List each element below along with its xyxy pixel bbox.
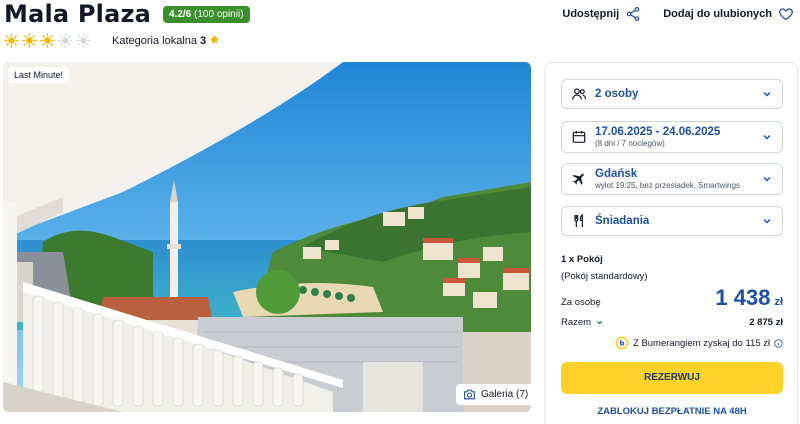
category-value: 3 [200, 35, 207, 47]
sun-star-filled-icon [4, 33, 19, 48]
chevron-down-icon [596, 319, 603, 326]
block-free-48h-button[interactable]: ZABLOKUJ BEZPŁATNIE NA 48H [561, 406, 783, 417]
room-count: 1 x Pokój [561, 254, 603, 265]
booking-panel: 2 osoby 17.06.2025 - 24.06.2025 (8 dni / … [544, 62, 798, 424]
reviews-count: (100 opinii) [194, 9, 244, 20]
per-person-label: Za osobę [561, 297, 601, 308]
departure-city: Gdańsk [595, 168, 638, 180]
local-category: Kategoria lokalna 3 [112, 34, 220, 48]
rating-badge: 4.2/6 (100 opinii) [163, 6, 250, 23]
camera-icon [463, 388, 476, 401]
board-value: Śniadania [595, 215, 650, 227]
cutlery-icon [571, 213, 587, 229]
flight-select[interactable]: Gdańsk wylot 19:25, bez przesiadek, Smart… [561, 163, 783, 195]
last-minute-badge: Last Minute! [8, 67, 70, 83]
star-icon [209, 34, 220, 48]
gallery-button[interactable]: Galeria (7) [456, 384, 536, 405]
info-icon[interactable] [774, 338, 783, 348]
favorite-label: Dodaj do ulubionych [663, 8, 772, 20]
favorite-button[interactable]: Dodaj do ulubionych [663, 6, 794, 22]
bumerang-logo-icon: b [615, 336, 629, 350]
dates-duration: (8 dni / 7 noclegów) [595, 139, 665, 148]
total-label: Razem [561, 317, 592, 328]
total-price-row: Razem 2 875 zł [561, 317, 783, 328]
sun-star-filled-icon [22, 33, 37, 48]
share-button[interactable]: Udostępnij [562, 6, 641, 22]
chevron-down-icon [762, 89, 772, 99]
rating-value: 4.2/6 [169, 9, 192, 20]
chevron-down-icon [762, 216, 772, 226]
persons-value: 2 osoby [595, 88, 639, 100]
heart-icon [778, 6, 794, 22]
sun-star-filled-icon [40, 33, 55, 48]
per-person-price: 1 438 zł [715, 285, 783, 311]
gallery-label: Galeria (7) [481, 389, 529, 400]
category-label: Kategoria lokalna [112, 35, 198, 47]
sun-star-empty-icon [58, 33, 73, 48]
per-person-amount: 1 438 [715, 285, 771, 310]
share-icon [625, 6, 641, 22]
calendar-icon [571, 129, 587, 145]
star-rating [4, 33, 91, 48]
room-type: (Pokój standardowy) [561, 271, 648, 282]
flight-details: wylot 19:25, bez przesiadek, Smartwings [595, 181, 740, 190]
chevron-down-icon [762, 174, 772, 184]
chevron-down-icon [762, 132, 772, 142]
per-person-price-row: Za osobę 1 438 zł [561, 285, 783, 311]
plane-icon [571, 171, 587, 187]
reserve-button[interactable]: REZERWUJ [561, 362, 783, 394]
top-actions: Udostępnij Dodaj do ulubionych [562, 6, 794, 22]
total-toggle[interactable]: Razem [561, 317, 603, 328]
bumerang-text: Z Bumerangiem zyskaj do 115 zł [633, 337, 771, 349]
board-select[interactable]: Śniadania [561, 206, 783, 236]
sun-star-empty-icon [76, 33, 91, 48]
people-icon [571, 86, 587, 102]
persons-select[interactable]: 2 osoby [561, 79, 783, 109]
dates-value: 17.06.2025 - 24.06.2025 [595, 126, 721, 138]
hotel-photo[interactable] [3, 62, 531, 412]
bumerang-info: b Z Bumerangiem zyskaj do 115 zł [615, 336, 783, 350]
currency: zł [774, 296, 783, 308]
total-price: 2 875 zł [749, 317, 783, 328]
room-info: 1 x Pokój (Pokój standardowy) [561, 251, 648, 285]
svg-text:b: b [619, 340, 624, 348]
dates-select[interactable]: 17.06.2025 - 24.06.2025 (8 dni / 7 nocleg… [561, 121, 783, 153]
hotel-name: Mala Plaza [4, 0, 152, 28]
share-label: Udostępnij [562, 8, 620, 20]
